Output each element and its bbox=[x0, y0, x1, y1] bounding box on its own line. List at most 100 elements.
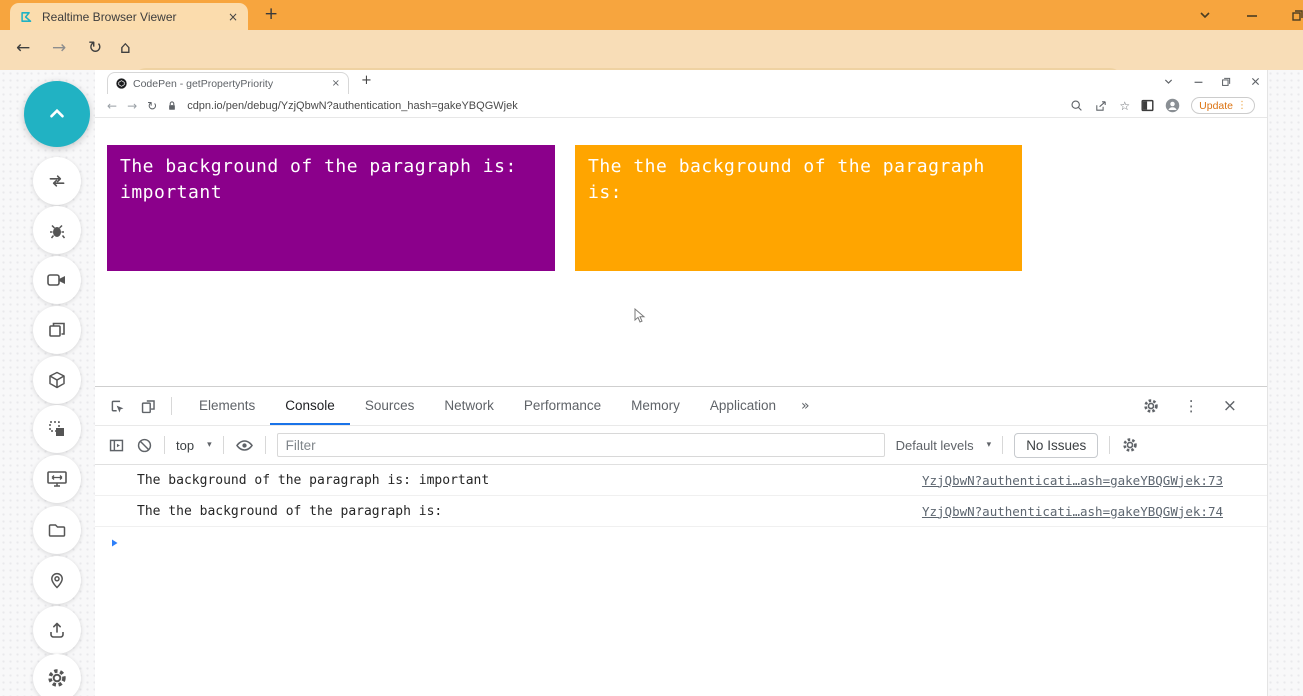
gear-icon bbox=[48, 669, 66, 687]
no-issues-button[interactable]: No Issues bbox=[1014, 432, 1099, 458]
reload-icon[interactable]: ↻ bbox=[88, 38, 102, 58]
sidebar-item-location[interactable] bbox=[33, 556, 81, 604]
codepen-favicon bbox=[116, 78, 127, 89]
profile-avatar[interactable] bbox=[1165, 98, 1180, 113]
devtools-tab-network[interactable]: Network bbox=[429, 387, 509, 425]
console-context-selector[interactable]: top bbox=[176, 438, 194, 453]
log-levels-selector[interactable]: Default levels bbox=[896, 438, 974, 453]
inner-browser-window: CodePen - getPropertyPriority × + ← → ↻ bbox=[95, 70, 1268, 696]
snippet-icon bbox=[49, 421, 64, 436]
outer-window-minimize-icon[interactable] bbox=[1245, 8, 1259, 22]
inner-back-icon[interactable]: ← bbox=[107, 99, 117, 113]
devtools-tab-sources[interactable]: Sources bbox=[350, 387, 430, 425]
inspect-element-icon[interactable] bbox=[109, 398, 126, 415]
outer-titlebar: Realtime Browser Viewer × + bbox=[0, 0, 1303, 30]
device-toolbar-icon[interactable] bbox=[140, 398, 157, 415]
inner-lock-icon bbox=[167, 100, 177, 111]
inner-reload-icon[interactable]: ↻ bbox=[147, 99, 157, 113]
sidebar-item-video-record[interactable] bbox=[33, 256, 81, 304]
console-sidebar-toggle-icon[interactable] bbox=[108, 437, 125, 454]
outer-new-tab-button[interactable]: + bbox=[264, 4, 278, 24]
sidebar-item-switch[interactable] bbox=[33, 157, 81, 205]
inner-window-minimize-icon[interactable] bbox=[1193, 76, 1204, 87]
inner-url-text[interactable]: cdpn.io/pen/debug/YzjQbwN?authentication… bbox=[187, 100, 518, 112]
viewer-workspace: CodePen - getPropertyPriority × + ← → ↻ bbox=[0, 70, 1303, 696]
package-box-icon bbox=[49, 371, 65, 389]
console-settings-gear-icon[interactable] bbox=[1121, 436, 1139, 454]
console-message-row: The background of the paragraph is: impo… bbox=[95, 465, 1267, 496]
console-source-link[interactable]: YzjQbwN?authenticati…ash=gakeYBQGWjek:74 bbox=[922, 504, 1267, 519]
more-tabs-icon[interactable]: » bbox=[791, 398, 820, 414]
live-expression-eye-icon[interactable] bbox=[235, 438, 254, 453]
folder-icon bbox=[48, 524, 66, 537]
inner-new-tab-button[interactable]: + bbox=[361, 73, 372, 88]
inner-tabstrip: CodePen - getPropertyPriority × + bbox=[95, 70, 1267, 94]
sidebar-item-bug-report[interactable] bbox=[33, 206, 81, 254]
monitor-resize-icon bbox=[47, 471, 67, 487]
update-button[interactable]: Update ⋮ bbox=[1191, 97, 1255, 114]
inner-browser-tab[interactable]: CodePen - getPropertyPriority × bbox=[107, 72, 349, 94]
devtools-tab-performance[interactable]: Performance bbox=[509, 387, 616, 425]
outer-browser-tab[interactable]: Realtime Browser Viewer × bbox=[10, 3, 248, 30]
clear-console-icon[interactable] bbox=[136, 437, 153, 454]
console-prompt-row[interactable] bbox=[95, 527, 1267, 558]
sidebar-item-snippet[interactable] bbox=[33, 405, 81, 453]
chevron-down-icon: ▾ bbox=[207, 440, 212, 450]
devtools-settings-gear-icon[interactable] bbox=[1142, 397, 1160, 415]
upload-icon bbox=[50, 622, 64, 638]
console-message-text: The the background of the paragraph is: bbox=[137, 503, 443, 519]
devtools-tab-console[interactable]: Console bbox=[270, 387, 350, 425]
console-filter-input[interactable] bbox=[276, 433, 885, 457]
switch-icon bbox=[49, 175, 65, 187]
console-source-link[interactable]: YzjQbwN?authenticati…ash=gakeYBQGWjek:73 bbox=[922, 473, 1267, 488]
devtools-tab-memory[interactable]: Memory bbox=[616, 387, 695, 425]
console-prompt-chevron-icon bbox=[110, 537, 120, 549]
inner-window-restore-icon[interactable] bbox=[1221, 76, 1232, 87]
console-message-text: The background of the paragraph is: impo… bbox=[137, 472, 490, 488]
inner-urlbar: ← → ↻ cdpn.io/pen/debug/YzjQbwN?authenti… bbox=[95, 94, 1267, 118]
purple-paragraph: The background of the paragraph is: impo… bbox=[107, 145, 555, 271]
inner-window-chevron-icon[interactable] bbox=[1163, 76, 1174, 87]
console-message-row: The the background of the paragraph is: … bbox=[95, 496, 1267, 527]
home-icon[interactable]: ⌂ bbox=[120, 38, 131, 58]
devtools-close-icon[interactable]: × bbox=[1223, 396, 1237, 416]
outer-toolbar: ← → ↻ ⌂ app.lambdatest.com/viewer/TES101… bbox=[0, 30, 1303, 92]
orange-paragraph: The the background of the paragraph is: bbox=[575, 145, 1022, 271]
bug-icon bbox=[50, 224, 66, 239]
inner-bookmark-star-icon[interactable]: ☆ bbox=[1119, 99, 1130, 113]
sidebar-item-gallery[interactable] bbox=[33, 306, 81, 354]
sidebar-item-folder[interactable] bbox=[33, 506, 81, 554]
console-toolbar: top ▾ Default levels ▾ No Issues bbox=[95, 425, 1267, 465]
sidebar-item-upload[interactable] bbox=[33, 606, 81, 654]
inner-tab-title: CodePen - getPropertyPriority bbox=[133, 77, 274, 90]
chevron-down-icon: ▾ bbox=[986, 440, 992, 450]
sidebar-item-settings[interactable] bbox=[33, 654, 81, 696]
location-pin-icon bbox=[51, 572, 63, 589]
inner-forward-icon[interactable]: → bbox=[127, 99, 137, 113]
sidebar-item-resolution[interactable] bbox=[33, 455, 81, 503]
chevron-up-icon bbox=[50, 108, 64, 118]
outer-tab-title: Realtime Browser Viewer bbox=[42, 9, 177, 24]
inner-side-panel-icon[interactable] bbox=[1141, 99, 1154, 112]
update-menu-dots-icon: ⋮ bbox=[1237, 100, 1247, 111]
inner-window-close-icon[interactable] bbox=[1250, 76, 1261, 87]
sidebar-expand-button[interactable] bbox=[24, 81, 90, 147]
outer-window-restore-icon[interactable] bbox=[1290, 8, 1303, 22]
outer-tab-close-icon[interactable]: × bbox=[228, 10, 238, 24]
back-icon[interactable]: ← bbox=[16, 38, 30, 58]
devtools-menu-dots-icon[interactable]: ⋮ bbox=[1184, 397, 1199, 415]
devtools-tab-elements[interactable]: Elements bbox=[184, 387, 270, 425]
devtools-panel: Elements Console Sources Network Perform… bbox=[95, 386, 1267, 696]
outer-window-chevron-icon[interactable] bbox=[1198, 8, 1212, 22]
zoom-icon[interactable] bbox=[1070, 99, 1083, 112]
inner-tab-close-icon[interactable]: × bbox=[332, 78, 340, 89]
sidebar-item-package[interactable] bbox=[33, 356, 81, 404]
devtools-tab-application[interactable]: Application bbox=[695, 387, 791, 425]
inner-share-icon[interactable] bbox=[1094, 99, 1108, 113]
mouse-cursor-icon bbox=[634, 308, 646, 324]
video-camera-icon bbox=[47, 274, 65, 286]
gallery-icon bbox=[49, 322, 65, 337]
forward-icon[interactable]: → bbox=[52, 38, 66, 58]
update-label: Update bbox=[1199, 99, 1233, 112]
lambdatest-logo-icon bbox=[20, 10, 34, 24]
